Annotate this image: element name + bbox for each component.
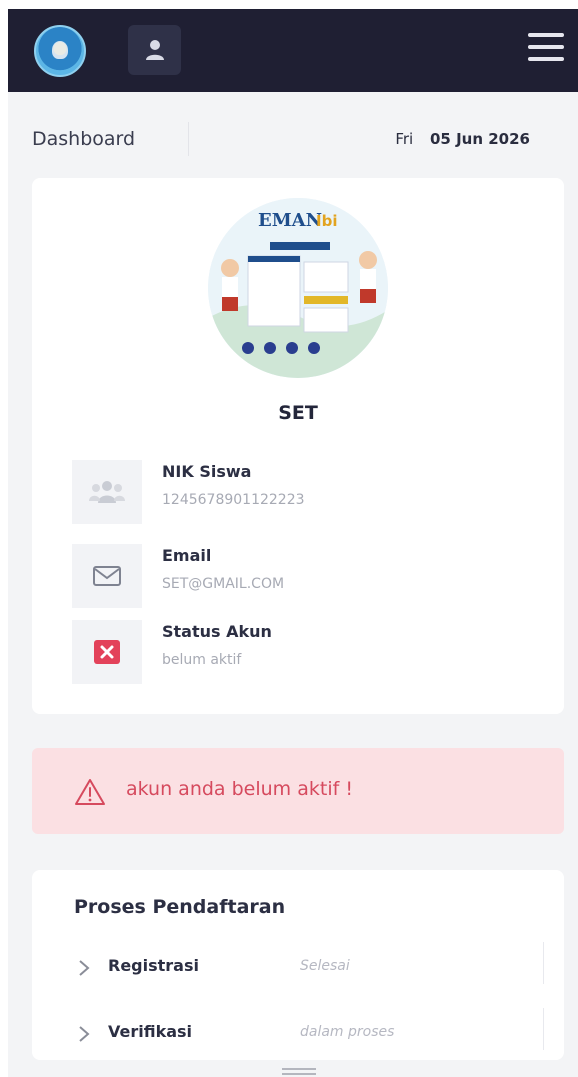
row-divider	[543, 1008, 544, 1050]
process-title: Proses Pendaftaran	[74, 896, 286, 918]
envelope-icon	[93, 566, 121, 586]
info-row-email: Email SET@GMAIL.COM	[72, 544, 532, 608]
email-value: SET@GMAIL.COM	[162, 576, 285, 592]
current-day: Fri	[395, 130, 414, 148]
step-status: Selesai	[300, 958, 350, 974]
alert-message: akun anda belum aktif !	[126, 778, 353, 800]
info-icon-box	[72, 620, 142, 684]
info-row-nik: NIK Siswa 1245678901122223	[72, 460, 532, 524]
step-name: Registrasi	[108, 956, 199, 975]
hamburger-menu-icon[interactable]	[528, 33, 564, 65]
warning-triangle-icon	[75, 779, 105, 805]
info-row-status: Status Akun belum aktif	[72, 620, 532, 684]
info-icon-box	[72, 460, 142, 524]
inactive-account-alert: akun anda belum aktif !	[32, 748, 564, 834]
email-label: Email	[162, 546, 212, 565]
bottom-drag-handle[interactable]	[282, 1068, 316, 1075]
top-navbar	[8, 9, 578, 92]
nik-label: NIK Siswa	[162, 462, 252, 481]
user-icon	[145, 40, 164, 60]
tut-wuri-handayani-logo-icon[interactable]	[34, 25, 86, 77]
red-x-icon	[94, 640, 120, 664]
users-icon	[89, 481, 125, 503]
profile-card: EMAN Ibi SET NIK Siswa 1245678901122223 …	[32, 178, 564, 714]
status-label: Status Akun	[162, 622, 272, 641]
page-content: Dashboard Fri 05 Jun 2026 EMAN Ibi SET N…	[8, 92, 578, 1077]
poster-title: EMAN	[258, 210, 322, 231]
current-date: Fri 05 Jun 2026	[395, 130, 530, 148]
status-value: belum aktif	[162, 652, 242, 668]
registration-process-card: Proses Pendaftaran Registrasi Selesai Ve…	[32, 870, 564, 1060]
nik-value: 1245678901122223	[162, 492, 305, 508]
eman-poster-illustration: EMAN Ibi	[208, 198, 388, 378]
title-divider	[188, 122, 189, 156]
current-full-date: 05 Jun 2026	[429, 130, 530, 148]
step-status: dalam proses	[300, 1024, 395, 1040]
chevron-right-icon	[79, 1026, 90, 1042]
page-title: Dashboard	[32, 128, 136, 150]
info-icon-box	[72, 544, 142, 608]
user-profile-button[interactable]	[128, 25, 181, 75]
chevron-right-icon	[79, 960, 90, 976]
process-step-verifikasi[interactable]: Verifikasi dalam proses	[74, 1008, 544, 1058]
process-step-registrasi[interactable]: Registrasi Selesai	[74, 942, 544, 992]
row-divider	[543, 942, 544, 984]
profile-image: EMAN Ibi	[208, 198, 388, 378]
svg-text:Ibi: Ibi	[316, 212, 337, 230]
step-name: Verifikasi	[108, 1022, 193, 1041]
student-name: SET	[278, 402, 318, 424]
